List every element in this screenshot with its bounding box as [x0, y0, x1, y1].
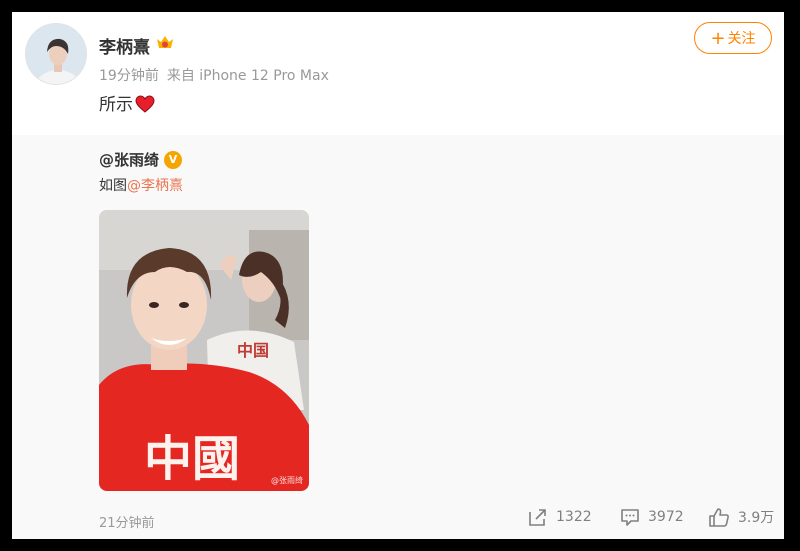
repost-timestamp[interactable]: 21分钟前 [99, 512, 155, 531]
mention-link[interactable]: @李柄熹 [127, 178, 183, 194]
share-icon [529, 509, 546, 526]
username[interactable]: 李柄熹 [99, 33, 150, 58]
repost-container: @张雨绮 V 如图@李柄熹 中国 中國 @张雨绮 21分钟前 1322 3972… [12, 135, 784, 539]
comment-button[interactable]: 3972 [620, 505, 684, 529]
vip-crown-icon [157, 36, 173, 48]
avatar-image [26, 24, 86, 84]
repost-count: 1322 [556, 509, 592, 525]
post-photo[interactable]: 中国 中國 @张雨绮 [99, 210, 309, 491]
post-text-content: 所示 [99, 95, 133, 115]
like-button[interactable]: 3.9万 [708, 505, 774, 529]
post-text: 所示 [99, 90, 155, 118]
verified-v-icon: V [164, 151, 182, 169]
original-text-content: 如图 [99, 178, 127, 194]
post-header: 李柄熹 19分钟前 来自 iPhone 12 Pro Max + 关注 所示 [12, 12, 784, 135]
like-count: 3.9万 [738, 510, 775, 526]
svg-text:中国: 中国 [237, 341, 269, 360]
original-author[interactable]: @张雨绮 [99, 149, 159, 170]
thumbs-up-icon [709, 508, 729, 527]
avatar[interactable] [25, 23, 87, 85]
post-meta: 19分钟前 来自 iPhone 12 Pro Max [99, 65, 329, 85]
heart-icon [135, 95, 155, 118]
post-source: 来自 iPhone 12 Pro Max [166, 68, 329, 84]
follow-button[interactable]: + 关注 [694, 22, 772, 54]
repost-button[interactable]: 1322 [528, 505, 592, 529]
comment-count: 3972 [648, 509, 684, 525]
photo-watermark: @张雨绮 [271, 476, 303, 485]
original-text: 如图@李柄熹 [99, 175, 183, 195]
follow-label: 关注 [727, 31, 756, 47]
svg-text:中國: 中國 [144, 433, 240, 486]
photo-image: 中国 中國 [99, 210, 309, 491]
plus-icon: + [710, 28, 726, 49]
post-time[interactable]: 19分钟前 [99, 68, 159, 84]
comment-icon [621, 509, 639, 526]
weibo-card: 李柄熹 19分钟前 来自 iPhone 12 Pro Max + 关注 所示 @张雨… [12, 12, 784, 539]
